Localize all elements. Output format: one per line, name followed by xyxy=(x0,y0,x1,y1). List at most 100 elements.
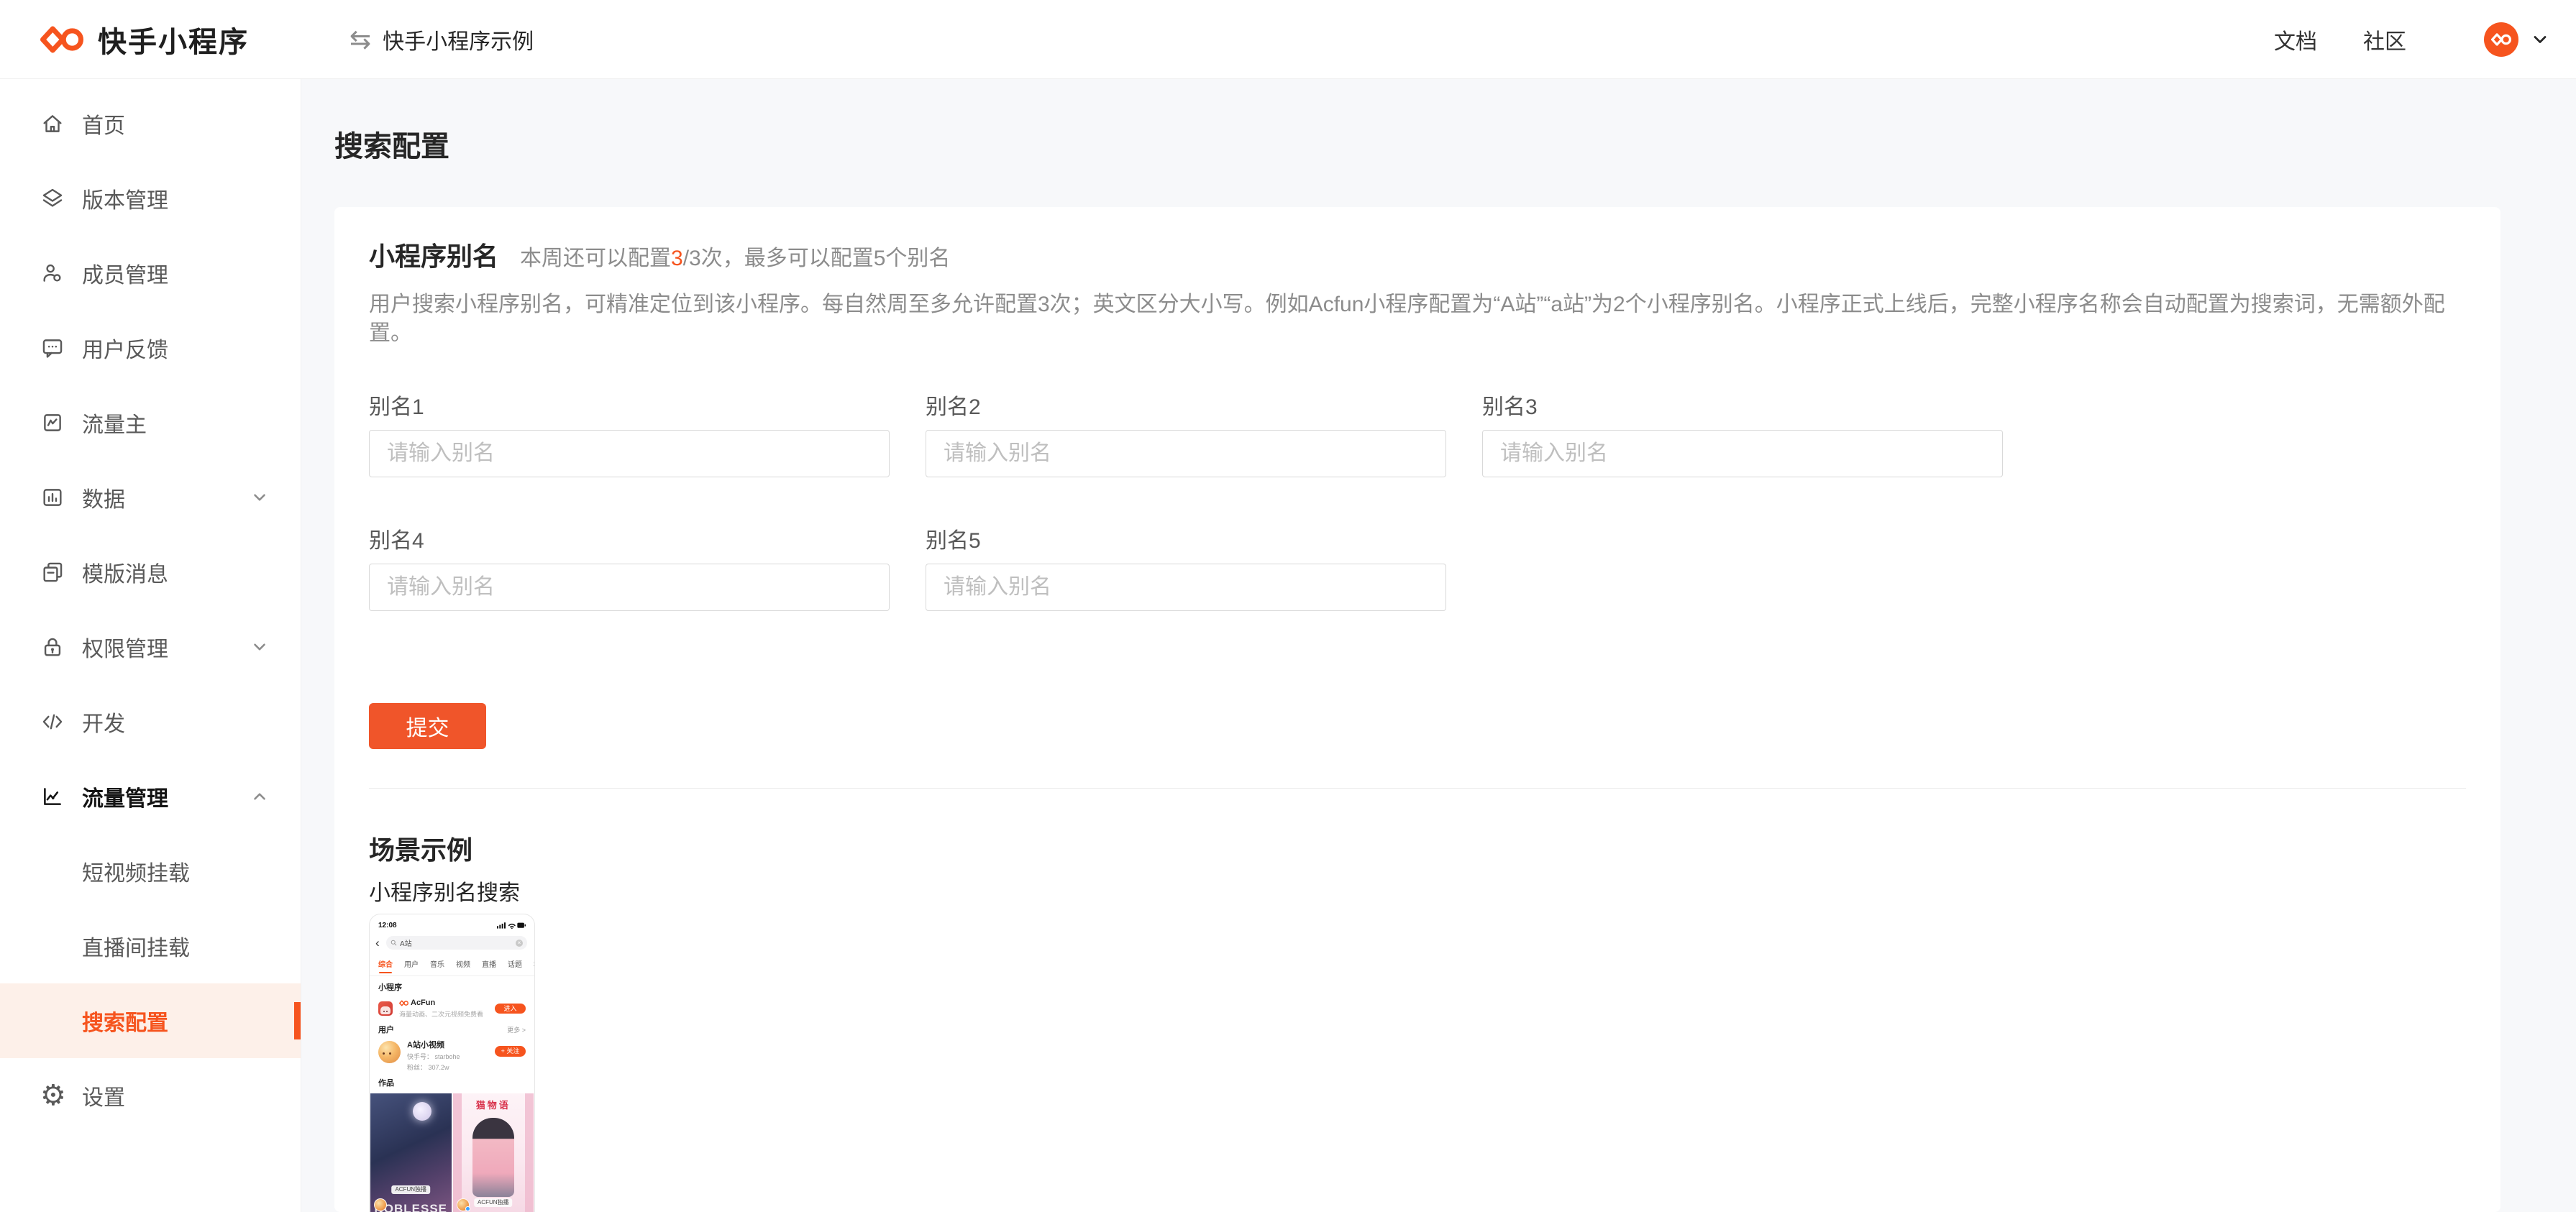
sidebar-item-develop[interactable]: 开发 xyxy=(0,684,301,759)
sidebar-item-permissions[interactable]: 权限管理 xyxy=(0,610,301,684)
work-thumbnail-2: 猫物语 ACFUN独播 xyxy=(453,1093,534,1212)
verified-badge-icon xyxy=(465,1206,470,1211)
chevron-down-icon xyxy=(250,488,269,507)
alias-field-label: 别名3 xyxy=(1482,395,2003,420)
phone-user-info: A站小视频 快手号： starbohe 粉丝： 307.2w xyxy=(407,1041,495,1072)
sidebar-item-members[interactable]: 成员管理 xyxy=(0,236,301,311)
members-icon xyxy=(40,261,65,285)
sidebar-item-home[interactable]: 首页 xyxy=(0,86,301,161)
phone-miniapp-section: 小程序 AcFun 海量动画、二次元视频免费看 进入 xyxy=(370,983,534,1019)
phone-enter-button: 进入 xyxy=(495,1004,526,1014)
header-right: 文档 社区 xyxy=(2274,22,2550,57)
nav-community-link[interactable]: 社区 xyxy=(2363,24,2406,55)
phone-works-header: 作品 xyxy=(378,1079,526,1088)
character-figure xyxy=(472,1118,514,1197)
sidebar-item-settings[interactable]: ⚙ 设置 xyxy=(0,1058,301,1133)
lock-icon xyxy=(40,635,65,659)
phone-miniapp-name-row: AcFun xyxy=(399,998,495,1007)
phone-follow-button: + 关注 xyxy=(495,1046,526,1057)
nav-docs-link[interactable]: 文档 xyxy=(2274,24,2317,55)
sidebar-item-feedback[interactable]: 用户反馈 xyxy=(0,311,301,385)
work-thumbnail-1: ACFUN独播 NOBLESSE xyxy=(370,1093,452,1212)
versions-icon xyxy=(40,186,65,211)
phone-miniapp-info: AcFun 海量动画、二次元视频免费看 xyxy=(399,998,495,1019)
alias-field-5: 别名5 xyxy=(926,529,1446,611)
kuaishou-mini-logo-icon xyxy=(399,1000,408,1006)
sidebar-subitem-live-room-mount[interactable]: 直播间挂载 xyxy=(0,909,301,983)
section-divider xyxy=(369,788,2466,789)
sidebar-item-monetize[interactable]: 流量主 xyxy=(0,385,301,460)
alias-quota: 本周还可以配置3/3次，最多可以配置5个别名 xyxy=(520,240,950,272)
top-header: 快手小程序 ⇆ 快手小程序示例 文档 社区 xyxy=(0,0,2576,79)
sidebar-item-versions[interactable]: 版本管理 xyxy=(0,161,301,236)
sidebar-subitem-search-config[interactable]: 搜索配置 xyxy=(0,983,301,1058)
phone-search-row: ‹ A站 × xyxy=(375,936,527,950)
chevron-up-icon xyxy=(250,787,269,806)
main-content: 搜索配置 小程序别名 本周还可以配置3/3次，最多可以配置5个别名 用户搜索小程… xyxy=(301,79,2576,1212)
alias-input-4[interactable] xyxy=(369,564,890,611)
phone-tab-users: 用户 xyxy=(404,958,419,969)
example-title: 场景示例 xyxy=(369,835,2466,866)
acfun-app-icon xyxy=(378,1001,393,1016)
app-switcher-label: 快手小程序示例 xyxy=(383,24,534,55)
sidebar-subitem-short-video-mount[interactable]: 短视频挂载 xyxy=(0,834,301,909)
sidebar-item-traffic-management[interactable]: 流量管理 xyxy=(0,759,301,834)
alias-field-3: 别名3 xyxy=(1482,395,2003,477)
phone-tab-video: 视频 xyxy=(456,958,470,969)
app-root: 快手小程序 ⇆ 快手小程序示例 文档 社区 首页 xyxy=(0,0,2576,1212)
submit-button[interactable]: 提交 xyxy=(369,703,486,749)
alias-input-1[interactable] xyxy=(369,430,890,477)
phone-works-section: 作品 xyxy=(370,1079,534,1088)
alias-field-label: 别名2 xyxy=(926,395,1446,420)
phone-status-bar: 12:08 xyxy=(370,914,534,929)
sidebar: 首页 版本管理 成员管理 xyxy=(0,79,301,1212)
brand[interactable]: 快手小程序 xyxy=(40,19,249,60)
phone-search-query: A站 xyxy=(400,937,516,948)
alias-description: 用户搜索小程序别名，可精准定位到该小程序。每自然周至多允许配置3次；英文区分大小… xyxy=(369,290,2466,348)
user-avatar[interactable] xyxy=(2484,22,2518,57)
avatar-logo-icon xyxy=(2491,32,2511,47)
account-chevron-down-icon[interactable] xyxy=(2530,29,2550,50)
alias-input-2[interactable] xyxy=(926,430,1446,477)
code-icon xyxy=(40,710,65,734)
alias-input-5[interactable] xyxy=(926,564,1446,611)
sidebar-item-data[interactable]: 数据 xyxy=(0,460,301,535)
phone-tab-topic: 话题 xyxy=(508,958,522,969)
alias-input-3[interactable] xyxy=(1482,430,2003,477)
alias-field-2: 别名2 xyxy=(926,395,1446,477)
alias-card-title: 小程序别名 xyxy=(369,242,498,271)
alias-field-4: 别名4 xyxy=(369,529,890,611)
sidebar-item-template-message[interactable]: 模版消息 xyxy=(0,535,301,610)
data-icon xyxy=(40,485,65,510)
phone-user-section: 用户 更多 > A站小视频 快手号： starbohe 粉丝： 307.2w +… xyxy=(370,1026,534,1072)
clear-icon: × xyxy=(516,940,523,947)
work-author-avatar xyxy=(457,1198,470,1211)
phone-search-input: A站 × xyxy=(386,936,527,950)
monetize-icon xyxy=(40,410,65,435)
alias-field-label: 别名4 xyxy=(369,529,890,554)
acfun-exclusive-badge: ACFUN独播 xyxy=(391,1185,430,1194)
phone-tab-live: 直播 xyxy=(482,958,496,969)
alias-card: 小程序别名 本周还可以配置3/3次，最多可以配置5个别名 用户搜索小程序别名，可… xyxy=(334,207,2500,1212)
phone-tab-music: 音乐 xyxy=(430,958,444,969)
phone-works-grid: ACFUN独播 NOBLESSE 猫物语 ACFUN独播 86.4W 62.2W xyxy=(370,1093,534,1212)
work-title: 猫物语 xyxy=(476,1098,511,1111)
alias-card-head: 小程序别名 本周还可以配置3/3次，最多可以配置5个别名 xyxy=(369,240,2466,272)
phone-time: 12:08 xyxy=(378,922,397,929)
switch-icon: ⇆ xyxy=(350,27,371,52)
app-switcher[interactable]: ⇆ 快手小程序示例 xyxy=(350,24,534,55)
page-title: 搜索配置 xyxy=(334,131,2500,162)
phone-user-result-row: A站小视频 快手号： starbohe 粉丝： 307.2w + 关注 xyxy=(378,1041,526,1072)
feedback-icon xyxy=(40,336,65,360)
template-message-icon xyxy=(40,560,65,584)
chevron-down-icon xyxy=(250,638,269,656)
back-chevron-icon: ‹ xyxy=(375,936,386,950)
alias-form: 别名1 别名2 别名3 别名4 xyxy=(369,395,2466,663)
alias-field-1: 别名1 xyxy=(369,395,890,477)
phone-status-icons xyxy=(497,921,526,929)
moon-decoration xyxy=(413,1102,431,1121)
phone-miniapp-header: 小程序 xyxy=(378,983,526,993)
kuaishou-logo-icon xyxy=(40,24,83,55)
home-icon xyxy=(40,111,65,136)
phone-miniapp-result-row: AcFun 海量动画、二次元视频免费看 进入 xyxy=(378,998,526,1019)
